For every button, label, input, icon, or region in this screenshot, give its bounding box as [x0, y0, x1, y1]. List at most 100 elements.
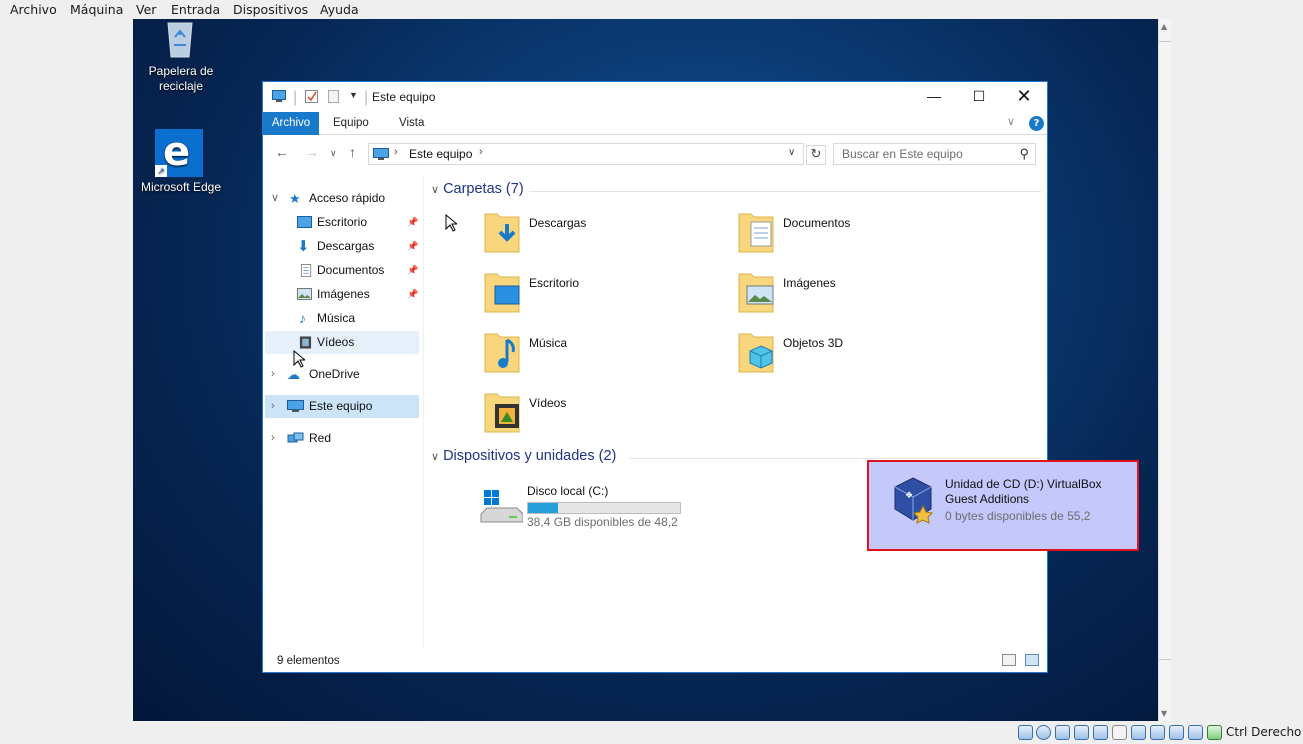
- hard-disk-status-icon[interactable]: [1018, 725, 1033, 740]
- sidebar-item-label: Documentos: [317, 263, 385, 277]
- address-dropdown-icon[interactable]: ∨: [788, 147, 795, 158]
- refresh-icon[interactable]: ↻: [806, 145, 826, 165]
- svg-text:❖: ❖: [905, 491, 913, 501]
- folder-imagenes[interactable]: Imágenes: [737, 268, 987, 324]
- desktop-folder-icon: [484, 273, 520, 313]
- collapse-icon[interactable]: ∨: [431, 184, 439, 196]
- shared-folders-status-icon[interactable]: [1112, 725, 1127, 740]
- search-input[interactable]: Buscar en Este equipo ⚲: [833, 143, 1036, 165]
- recent-locations-icon[interactable]: ∨: [330, 148, 337, 159]
- folder-label: Descargas: [529, 216, 587, 230]
- host-menubar: Archivo Máquina Ver Entrada Dispositivos…: [0, 0, 1303, 19]
- sidebar-item-videos[interactable]: Vídeos: [265, 331, 419, 354]
- tab-vista[interactable]: Vista: [391, 112, 432, 135]
- edge-label: Microsoft Edge: [140, 180, 222, 194]
- large-icons-view-icon[interactable]: [1025, 654, 1039, 666]
- collapse-icon[interactable]: ∨: [431, 451, 439, 463]
- folders-group-header[interactable]: ∨ Carpetas (7): [431, 181, 524, 197]
- downloads-folder-icon: [484, 213, 520, 253]
- audio-status-icon[interactable]: [1055, 725, 1070, 740]
- expand-icon[interactable]: ›: [271, 427, 275, 450]
- file-explorer-window[interactable]: | ▼ | Este equipo — ☐ ✕ Archivo Equipo V…: [262, 81, 1139, 673]
- sidebar-item-descargas[interactable]: ⬇ Descargas 📌: [265, 235, 419, 258]
- scroll-down-icon[interactable]: ▼: [1161, 709, 1167, 718]
- sidebar-item-red[interactable]: › Red: [265, 427, 419, 450]
- content-pane: ∨ Carpetas (7) Descargas Documentos Escri…: [425, 177, 1139, 647]
- new-folder-icon[interactable]: [327, 90, 341, 103]
- close-button[interactable]: ✕: [1001, 82, 1047, 112]
- folder-documentos[interactable]: Documentos: [737, 208, 987, 264]
- optical-drive-status-icon[interactable]: [1036, 725, 1051, 740]
- film-icon: [299, 336, 312, 349]
- folder-escritorio[interactable]: Escritorio: [483, 268, 733, 324]
- sidebar-item-musica[interactable]: ♪ Música: [265, 307, 419, 330]
- drive-d-selected[interactable]: ❖ Unidad de CD (D:) VirtualBox Guest Add…: [867, 460, 1139, 551]
- sidebar-item-documentos[interactable]: Documentos 📌: [265, 259, 419, 282]
- tab-equipo[interactable]: Equipo: [325, 112, 377, 135]
- sidebar-item-onedrive[interactable]: › ☁ OneDrive: [265, 363, 419, 386]
- maximize-button[interactable]: ☐: [956, 82, 1002, 112]
- sidebar-item-label: Descargas: [317, 239, 375, 253]
- title-bar[interactable]: | ▼ | Este equipo — ☐ ✕: [263, 82, 1047, 112]
- display-status-icon[interactable]: [1131, 725, 1146, 740]
- videos-folder-icon: [484, 393, 520, 433]
- properties-icon[interactable]: [305, 90, 319, 103]
- keyboard-status-icon[interactable]: [1207, 725, 1222, 740]
- folder-musica[interactable]: Música: [483, 328, 733, 384]
- host-status-bar: Ctrl Derecho: [0, 721, 1303, 744]
- expand-ribbon-icon[interactable]: ∨: [1007, 115, 1015, 128]
- computer-icon: [272, 90, 286, 102]
- drive-c-usage-fill: [528, 503, 559, 513]
- breadcrumb-separator-icon[interactable]: ›: [479, 146, 483, 158]
- devices-group-header[interactable]: ∨ Dispositivos y unidades (2): [431, 448, 616, 464]
- vm-vertical-scrollbar[interactable]: ▲ ▼: [1158, 19, 1171, 721]
- desktop-icon: [297, 216, 312, 228]
- folder-videos[interactable]: Vídeos: [483, 388, 733, 444]
- host-menu-dispositivos[interactable]: Dispositivos: [233, 2, 308, 17]
- star-icon: ★: [289, 191, 301, 206]
- mouse-cursor-icon: [445, 214, 457, 232]
- expand-icon[interactable]: ›: [271, 395, 275, 418]
- up-arrow-icon[interactable]: ↑: [349, 144, 356, 160]
- search-placeholder: Buscar en Este equipo: [842, 147, 963, 161]
- host-menu-archivo[interactable]: Archivo: [10, 2, 57, 17]
- document-icon: [300, 264, 312, 277]
- sidebar-item-quick-access[interactable]: ∨ ★ Acceso rápido: [265, 187, 419, 210]
- address-bar[interactable]: › Este equipo › ∨: [368, 143, 804, 165]
- recording-status-icon[interactable]: [1150, 725, 1165, 740]
- host-menu-ver[interactable]: Ver: [136, 2, 156, 17]
- sidebar-item-escritorio[interactable]: Escritorio 📌: [265, 211, 419, 234]
- edge-icon: e ↗: [155, 129, 203, 177]
- collapse-icon[interactable]: ∨: [271, 187, 279, 210]
- mouse-integration-status-icon[interactable]: [1188, 725, 1203, 740]
- host-menu-entrada[interactable]: Entrada: [171, 2, 220, 17]
- sidebar-item-label: OneDrive: [309, 367, 360, 381]
- scroll-up-icon[interactable]: ▲: [1161, 22, 1167, 31]
- 3d-objects-folder-icon: [738, 333, 774, 373]
- sidebar-item-imagenes[interactable]: Imágenes 📌: [265, 283, 419, 306]
- pin-icon: 📌: [407, 217, 419, 227]
- back-arrow-icon[interactable]: ←: [275, 144, 289, 160]
- tab-archivo[interactable]: Archivo: [263, 112, 319, 135]
- navigation-pane: ∨ ★ Acceso rápido Escritorio 📌 ⬇ Descarg…: [263, 177, 423, 647]
- help-icon[interactable]: ?: [1029, 116, 1044, 131]
- pin-icon: 📌: [407, 265, 419, 275]
- folder-objetos-3d[interactable]: Objetos 3D: [737, 328, 987, 384]
- qat-dropdown-icon[interactable]: ▼: [349, 90, 358, 100]
- forward-arrow-icon[interactable]: →: [305, 144, 319, 160]
- details-view-icon[interactable]: [1002, 654, 1016, 666]
- host-menu-ayuda[interactable]: Ayuda: [320, 2, 359, 17]
- drive-c[interactable]: Disco local (C:) 38,4 GB disponibles de …: [475, 480, 715, 536]
- cpu-status-icon[interactable]: [1169, 725, 1184, 740]
- usb-status-icon[interactable]: [1093, 725, 1108, 740]
- minimize-button[interactable]: —: [911, 82, 957, 112]
- computer-icon: [373, 148, 389, 160]
- breadcrumb-separator-icon[interactable]: ›: [394, 146, 398, 158]
- folder-descargas[interactable]: Descargas: [483, 208, 733, 264]
- sidebar-item-label: Acceso rápido: [309, 191, 386, 205]
- sidebar-item-este-equipo[interactable]: › Este equipo: [265, 395, 419, 418]
- network-status-icon[interactable]: [1074, 725, 1089, 740]
- recycle-bin-icon: [167, 22, 193, 58]
- expand-icon[interactable]: ›: [271, 363, 275, 386]
- host-menu-maquina[interactable]: Máquina: [70, 2, 123, 17]
